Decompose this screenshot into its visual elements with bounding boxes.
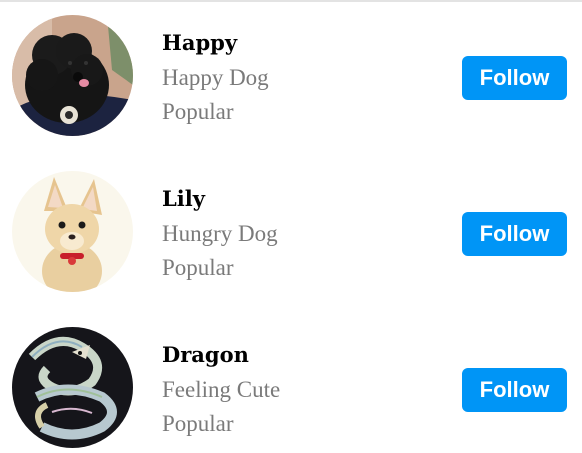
follow-button[interactable]: Follow — [462, 212, 567, 256]
black-poodle-avatar-icon — [12, 15, 133, 136]
dragon-drawing-avatar-icon — [12, 327, 133, 448]
username[interactable]: Dragon — [162, 342, 249, 368]
avatar[interactable] — [12, 15, 133, 136]
user-bio: Hungry Dog — [162, 221, 278, 246]
user-row-dragon: Dragon Feeling Cute Popular Follow — [0, 314, 582, 453]
user-bio: Feeling Cute — [162, 377, 281, 402]
user-row-lily: Lily Hungry Dog Popular Follow — [0, 158, 582, 308]
username[interactable]: Happy — [162, 30, 237, 56]
avatar[interactable] — [12, 171, 133, 292]
user-bio: Happy Dog — [162, 65, 269, 90]
follow-button[interactable]: Follow — [462, 368, 567, 412]
user-status: Popular — [162, 99, 234, 124]
username[interactable]: Lily — [162, 186, 205, 212]
follow-button[interactable]: Follow — [462, 56, 567, 100]
user-status: Popular — [162, 255, 234, 280]
user-status: Popular — [162, 411, 234, 436]
user-row-happy: Happy Happy Dog Popular Follow — [0, 2, 582, 152]
avatar[interactable] — [12, 327, 133, 448]
chihuahua-avatar-icon — [12, 171, 133, 292]
suggested-users-list: Happy Happy Dog Popular Follow Lily Hung… — [0, 0, 582, 453]
